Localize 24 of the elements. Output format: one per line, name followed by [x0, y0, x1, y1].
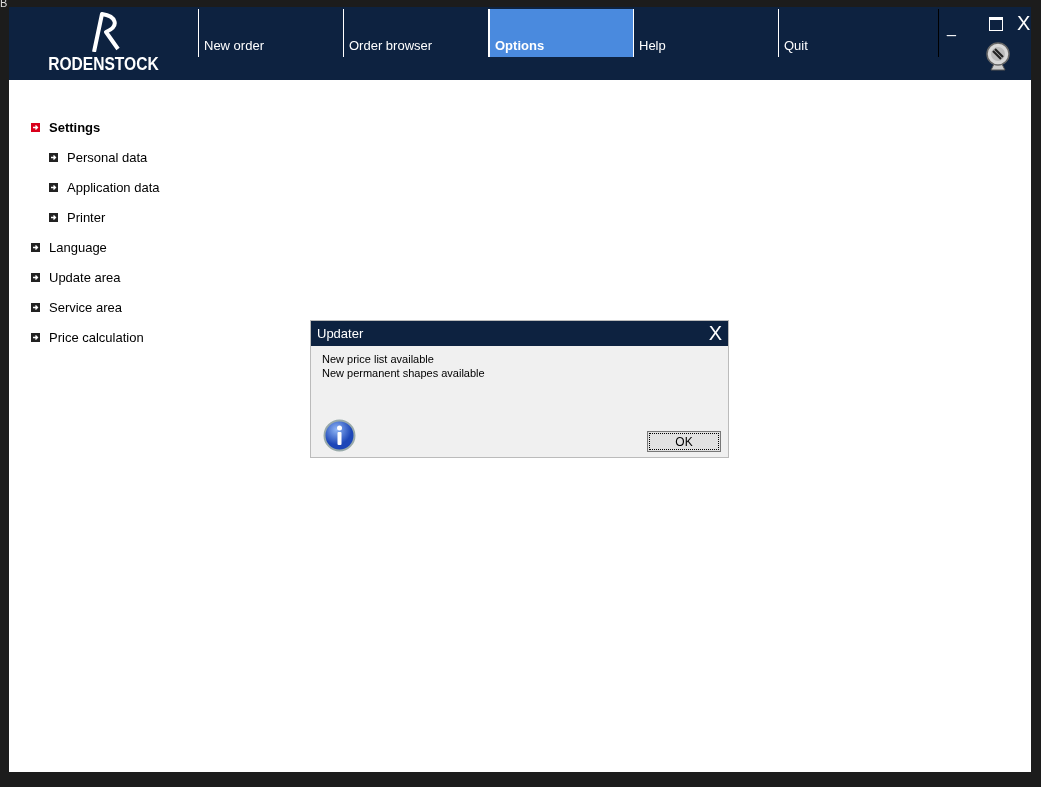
tree-item[interactable]: Price calculation [49, 329, 144, 345]
close-button[interactable]: X [708, 322, 722, 345]
logo-wordmark: RODENSTOCK [48, 53, 159, 75]
nav-tab[interactable]: Help [633, 9, 778, 57]
ok-button[interactable]: OK [647, 431, 721, 452]
tree-item[interactable]: Update area [49, 269, 121, 285]
corner-text: B [0, 0, 8, 9]
tree-item[interactable]: Printer [67, 209, 106, 225]
tree-item[interactable]: Settings [49, 119, 101, 135]
maximize-button[interactable] [989, 17, 1003, 31]
nav-tab[interactable]: Quit [778, 9, 938, 57]
close-button[interactable]: X [1017, 12, 1031, 35]
tree-item[interactable]: Language [49, 239, 107, 255]
nav-tab[interactable]: New order [198, 9, 343, 57]
tree-item[interactable]: Service area [49, 299, 122, 315]
dialog-title: Updater [317, 326, 364, 341]
webcam-icon[interactable] [983, 42, 1013, 72]
info-icon [323, 419, 356, 452]
tree-item[interactable]: Personal data [67, 149, 148, 165]
tree-item[interactable]: Application data [67, 179, 160, 195]
dialog-message: New price list available [322, 352, 435, 366]
minimize-button[interactable]: _ [947, 19, 956, 37]
dialog-message: New permanent shapes available [322, 366, 486, 380]
nav-tab[interactable]: Options [488, 9, 633, 57]
